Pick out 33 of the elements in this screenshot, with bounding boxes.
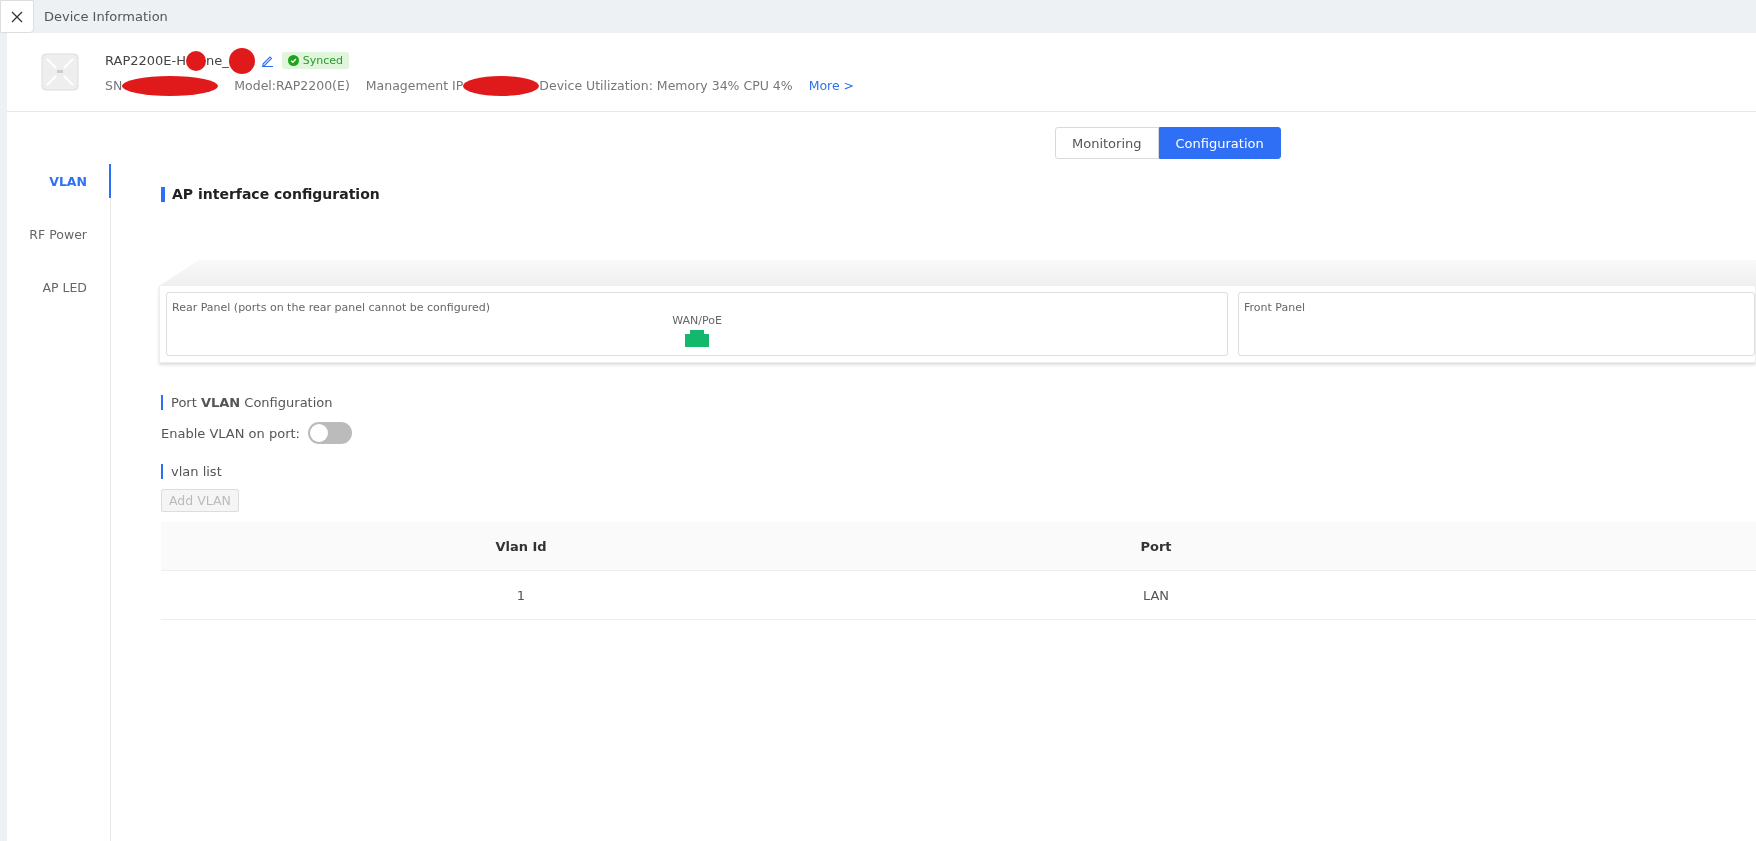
close-icon — [11, 10, 23, 23]
sidebar-item[interactable]: AP LED — [7, 270, 111, 304]
close-button[interactable] — [0, 0, 34, 33]
column-header: Vlan Id — [161, 522, 881, 571]
management-ip-label: Management IP — [365, 78, 464, 93]
vlan-toggle[interactable] — [307, 422, 352, 444]
table-cell: LAN — [881, 570, 1431, 620]
panel-title: Front Panel — [1244, 301, 1306, 314]
column-header: Port — [881, 522, 1431, 571]
sidebar-item[interactable]: VLAN — [7, 164, 111, 198]
status-badge: Synced — [281, 52, 350, 69]
window-title: Device Information — [44, 9, 168, 24]
serial-number-label: SN — [105, 78, 123, 93]
port-label: WAN/PoE — [672, 314, 722, 327]
device-name: RAP2200E-H — [105, 53, 186, 68]
more-link[interactable]: More > — [808, 78, 855, 93]
subsection-title: Port VLAN Configuration — [161, 395, 333, 410]
redaction-mark — [228, 47, 255, 74]
view-tab[interactable]: Monitoring — [1055, 127, 1159, 159]
view-tab[interactable]: Configuration — [1158, 127, 1281, 159]
panel-title: Rear Panel (ports on the rear panel cannot be configured) — [172, 301, 491, 314]
utilization-text: Device Utilization: Memory 34% CPU 4% — [539, 78, 793, 93]
section-title: AP interface configuration — [161, 187, 380, 202]
redaction-mark — [186, 50, 206, 71]
ethernet-port-icon[interactable] — [685, 330, 709, 347]
model-text: Model:RAP2200(E) — [234, 78, 350, 93]
device-name: ne_ — [206, 53, 229, 68]
sidebar-item[interactable]: RF Power — [7, 217, 111, 251]
table-cell: 1 — [161, 570, 881, 620]
toggle-label: Enable VLAN on port: — [161, 425, 300, 441]
pencil-icon[interactable] — [260, 54, 274, 67]
subsection-title: vlan list — [161, 464, 222, 479]
access-point-icon — [41, 53, 79, 91]
